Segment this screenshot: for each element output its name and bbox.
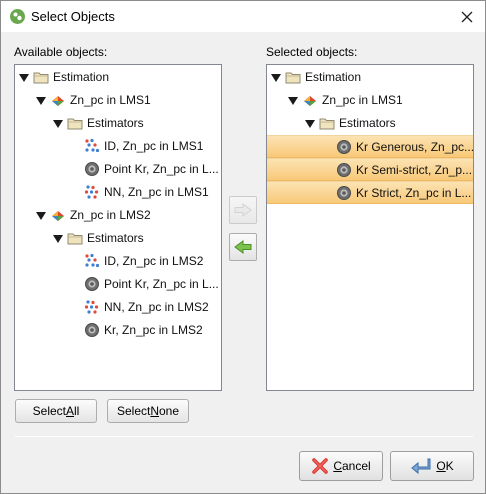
ok-label: K (445, 459, 454, 473)
available-tree-row[interactable]: NN, Zn_pc in LMS1 (15, 181, 221, 204)
available-objects-label: Available objects: (14, 45, 107, 59)
available-tree-row[interactable]: Point Kr, Zn_pc in L... (15, 158, 221, 181)
expand-toggle-icon[interactable] (19, 74, 29, 82)
available-tree-row-label: Point Kr, Zn_pc in L... (104, 277, 219, 291)
selected-tree-row-label: Kr Strict, Zn_pc in L... (356, 186, 472, 200)
folder-icon (33, 69, 49, 88)
available-tree-row[interactable]: Zn_pc in LMS1 (15, 89, 221, 112)
arrow-left-icon (234, 240, 252, 254)
enter-arrow-icon (411, 458, 431, 475)
app-logo-icon (10, 9, 25, 24)
kriging-estimator-icon (336, 162, 352, 181)
selected-tree-row[interactable]: Kr Semi-strict, Zn_p... (267, 158, 473, 181)
kriging-estimator-icon (336, 185, 352, 204)
kriging-estimator-icon (84, 161, 100, 180)
select-all-button[interactable]: Select All (15, 399, 97, 423)
selected-tree-row[interactable]: Zn_pc in LMS1 (267, 89, 473, 112)
selected-tree-row[interactable]: Kr Generous, Zn_pc... (267, 135, 473, 158)
nn-estimator-icon (84, 299, 100, 318)
available-tree-row-label: Estimators (87, 116, 144, 130)
available-tree-row-label: Zn_pc in LMS2 (70, 208, 151, 222)
footer-separator (15, 436, 473, 437)
close-button[interactable] (449, 1, 485, 32)
available-tree-row-label: ID, Zn_pc in LMS1 (104, 139, 204, 153)
cancel-label: ancel (341, 459, 371, 473)
selected-tree-row-label: Zn_pc in LMS1 (322, 93, 403, 107)
available-tree-row[interactable]: Estimation (15, 66, 221, 89)
available-tree-row[interactable]: Zn_pc in LMS2 (15, 204, 221, 227)
available-tree-row-label: Estimation (53, 70, 110, 84)
title-bar: Select Objects (1, 1, 485, 32)
available-tree-row[interactable]: ID, Zn_pc in LMS1 (15, 135, 221, 158)
window-title: Select Objects (31, 9, 115, 24)
add-to-selected-button[interactable] (229, 196, 257, 224)
remove-from-selected-button[interactable] (229, 233, 257, 261)
selected-tree-row[interactable]: Estimators (267, 112, 473, 135)
estimation-surface-icon (50, 207, 66, 226)
folder-icon (67, 230, 83, 249)
select-none-access-key: N (150, 404, 159, 418)
select-none-button[interactable]: Select None (107, 399, 189, 423)
selected-tree-row[interactable]: Kr Strict, Zn_pc in L... (267, 181, 473, 204)
estimation-surface-icon (302, 92, 318, 111)
selected-tree-row[interactable]: Estimation (267, 66, 473, 89)
cancel-x-icon (312, 458, 329, 474)
available-tree-row[interactable]: Estimators (15, 112, 221, 135)
selected-tree-row-label: Kr Generous, Zn_pc... (356, 140, 474, 154)
nn-estimator-icon (84, 184, 100, 203)
select-none-label-post: one (159, 404, 180, 418)
available-tree-row-label: Point Kr, Zn_pc in L... (104, 162, 219, 176)
available-tree-row[interactable]: Point Kr, Zn_pc in L... (15, 273, 221, 296)
idw-estimator-icon (84, 138, 100, 157)
expand-toggle-icon[interactable] (288, 97, 298, 105)
expand-toggle-icon[interactable] (305, 120, 315, 128)
available-tree-row-label: ID, Zn_pc in LMS2 (104, 254, 204, 268)
expand-toggle-icon[interactable] (271, 74, 281, 82)
available-tree-row-label: Estimators (87, 231, 144, 245)
available-tree-row-label: NN, Zn_pc in LMS2 (104, 300, 209, 314)
idw-estimator-icon (84, 253, 100, 272)
selected-label-text: Selected objects: (266, 45, 358, 59)
available-tree-row[interactable]: NN, Zn_pc in LMS2 (15, 296, 221, 319)
close-icon (461, 11, 473, 22)
select-all-access-key: A (66, 404, 75, 418)
available-tree-row[interactable]: Kr, Zn_pc in LMS2 (15, 319, 221, 342)
expand-toggle-icon[interactable] (53, 120, 63, 128)
estimation-surface-icon (50, 92, 66, 111)
expand-toggle-icon[interactable] (36, 97, 46, 105)
kriging-estimator-icon (336, 139, 352, 158)
selected-objects-label: Selected objects: (266, 45, 357, 59)
select-all-label-pre: Select (32, 404, 66, 418)
select-none-label-pre: Select (116, 404, 151, 418)
folder-icon (285, 69, 301, 88)
selected-objects-tree[interactable]: Estimation Zn_pc in LMS1 Estimators Kr Gene… (266, 64, 474, 391)
arrow-right-icon (234, 203, 252, 217)
selected-tree-row-label: Kr Semi-strict, Zn_p... (356, 163, 473, 177)
cancel-button[interactable]: Cancel (299, 451, 383, 481)
kriging-estimator-icon (84, 276, 100, 295)
select-all-label-post: ll (74, 404, 80, 418)
available-tree-row[interactable]: ID, Zn_pc in LMS2 (15, 250, 221, 273)
selected-tree-row-label: Estimation (305, 70, 362, 84)
select-objects-dialog: Select Objects Available objects: Select… (0, 0, 486, 494)
available-tree-row-label: NN, Zn_pc in LMS1 (104, 185, 209, 199)
available-tree-row-label: Zn_pc in LMS1 (70, 93, 151, 107)
folder-icon (319, 115, 335, 134)
expand-toggle-icon[interactable] (53, 235, 63, 243)
available-tree-row[interactable]: Estimators (15, 227, 221, 250)
expand-toggle-icon[interactable] (36, 212, 46, 220)
selected-tree-row-label: Estimators (339, 116, 396, 130)
available-objects-tree[interactable]: Estimation Zn_pc in LMS1 Estimators ID, Zn_… (14, 64, 222, 391)
ok-button[interactable]: OK (390, 451, 474, 481)
kriging-estimator-icon (84, 322, 100, 341)
ok-access-key: O (436, 459, 446, 473)
cancel-access-key: C (333, 459, 342, 473)
available-label-text: Available objects: (14, 45, 108, 59)
available-tree-row-label: Kr, Zn_pc in LMS2 (104, 323, 203, 337)
folder-icon (67, 115, 83, 134)
